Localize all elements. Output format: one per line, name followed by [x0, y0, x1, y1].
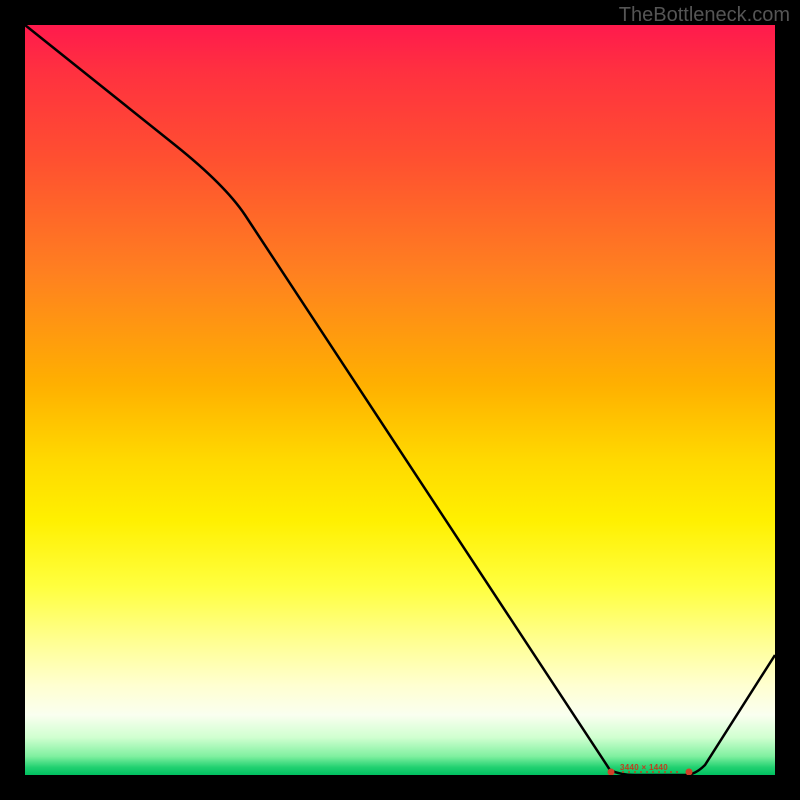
- resolution-label: 3440 × 1440: [620, 763, 668, 772]
- watermark-text: TheBottleneck.com: [619, 4, 790, 27]
- bottleneck-curve-path: [25, 25, 775, 775]
- bottleneck-curve-svg: [25, 25, 775, 775]
- marker-dot-right: [686, 769, 693, 776]
- plot-area: 3440 × 1440: [25, 25, 775, 775]
